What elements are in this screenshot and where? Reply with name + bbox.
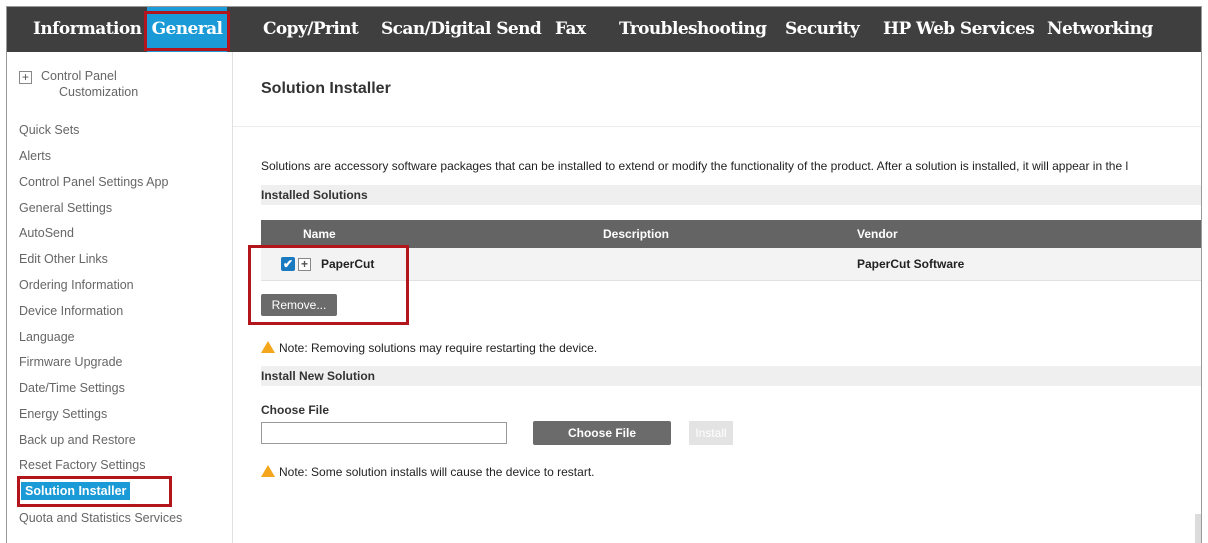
remove-note: Note: Removing solutions may require res… (261, 341, 597, 355)
sidebar-item-back-up-and-restore[interactable]: Back up and Restore (19, 433, 136, 447)
sidebar-item-reset-factory-settings[interactable]: Reset Factory Settings (19, 458, 145, 472)
sidebar-item-label-line1: Control Panel (41, 69, 117, 83)
tab-information[interactable]: Information (33, 7, 142, 52)
install-new-solution-heading: Install New Solution (261, 366, 1201, 386)
tab-troubleshooting[interactable]: Troubleshooting (619, 7, 767, 52)
sidebar-item-device-information[interactable]: Device Information (19, 304, 123, 318)
sidebar-item-date-time-settings[interactable]: Date/Time Settings (19, 381, 125, 395)
install-note-text: Note: Some solution installs will cause … (279, 465, 595, 479)
installed-solutions-heading: Installed Solutions (261, 185, 1201, 205)
sidebar-item-energy-settings[interactable]: Energy Settings (19, 407, 107, 421)
warning-icon (261, 341, 275, 353)
sidebar-item-control-panel-settings-app[interactable]: Control Panel Settings App (19, 175, 168, 189)
sidebar-item-general-settings[interactable]: General Settings (19, 201, 112, 215)
scrollbar[interactable] (1195, 514, 1201, 543)
row-name: PaperCut (321, 257, 375, 271)
tab-scan-digital-send[interactable]: Scan/Digital Send (381, 7, 542, 52)
sidebar-item-solution-installer[interactable]: Solution Installer (21, 482, 131, 500)
sidebar-item-ordering-information[interactable]: Ordering Information (19, 278, 134, 292)
remove-note-text: Note: Removing solutions may require res… (279, 341, 598, 355)
remove-button[interactable]: Remove... (261, 294, 337, 316)
tab-fax[interactable]: Fax (555, 7, 586, 52)
row-checkbox[interactable]: ✔ (281, 257, 295, 271)
column-name[interactable]: Name (303, 220, 336, 248)
expand-row-plus-icon[interactable]: + (298, 258, 311, 271)
main-content: Solution Installer Solutions are accesso… (233, 52, 1201, 543)
column-vendor[interactable]: Vendor (857, 220, 898, 248)
intro-text: Solutions are accessory software package… (261, 159, 1129, 173)
sidebar-item-quota-and-statistics-services[interactable]: Quota and Statistics Services (19, 511, 182, 525)
sidebar-item-language[interactable]: Language (19, 330, 75, 344)
choose-file-label: Choose File (261, 403, 330, 417)
sidebar-item-alerts[interactable]: Alerts (19, 149, 51, 163)
table-row: ✔ + PaperCut PaperCut Software (261, 248, 1201, 281)
installed-table-header: Name Description Vendor (261, 220, 1201, 248)
tab-copy-print[interactable]: Copy/Print (263, 7, 359, 52)
plus-box-icon[interactable]: + (19, 71, 32, 84)
tab-networking[interactable]: Networking (1047, 7, 1153, 52)
sidebar-item-label-line2: Customization (59, 85, 139, 99)
tab-hp-web-services[interactable]: HP Web Services (883, 7, 1035, 52)
tab-security[interactable]: Security (785, 7, 860, 52)
column-description[interactable]: Description (603, 220, 669, 248)
app-window: Information General Copy/Print Scan/Digi… (6, 6, 1202, 543)
sidebar: + Control Panel Customization Quick Sets… (7, 52, 233, 543)
sidebar-item-quick-sets[interactable]: Quick Sets (19, 123, 79, 137)
sidebar-item-firmware-upgrade[interactable]: Firmware Upgrade (19, 355, 123, 369)
file-path-input[interactable] (261, 422, 507, 444)
row-vendor: PaperCut Software (857, 257, 965, 271)
sidebar-item-autosend[interactable]: AutoSend (19, 226, 74, 240)
sidebar-item-control-panel-customization[interactable]: Control Panel Customization (41, 69, 138, 99)
warning-icon (261, 465, 275, 477)
install-button[interactable]: Install (689, 421, 733, 445)
page-title: Solution Installer (261, 80, 391, 97)
sidebar-item-edit-other-links[interactable]: Edit Other Links (19, 252, 108, 266)
install-note: Note: Some solution installs will cause … (261, 465, 594, 479)
top-navigation: Information General Copy/Print Scan/Digi… (7, 7, 1201, 52)
tab-general[interactable]: General (147, 7, 227, 52)
choose-file-button[interactable]: Choose File (533, 421, 671, 445)
